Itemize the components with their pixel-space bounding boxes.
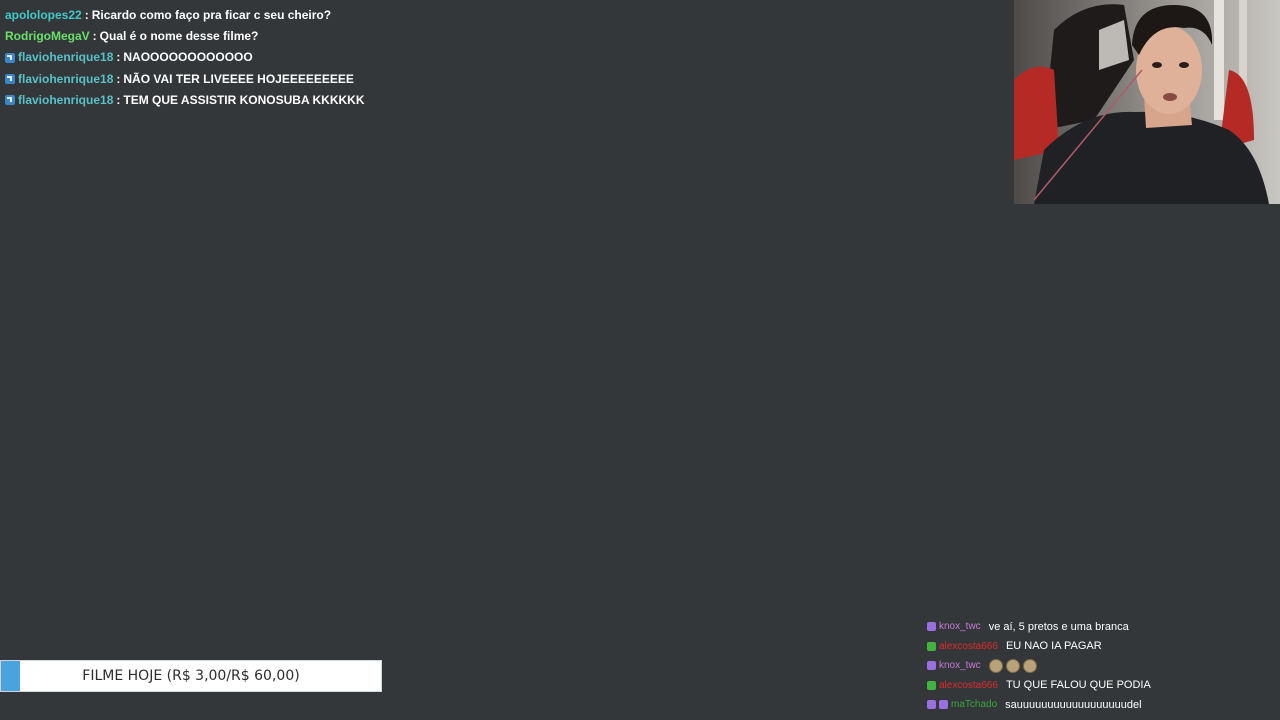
chat-text: Ricardo como faço pra ficar c seu cheiro… xyxy=(91,8,332,23)
chat-separator: : xyxy=(84,8,89,23)
chat-text: NAOOOOOOOOOOOO xyxy=(123,50,253,65)
prime-badge-icon xyxy=(5,52,15,63)
chat-username: flaviohenrique18 xyxy=(18,92,114,107)
alert-chat-username: knox_twc xyxy=(939,621,981,633)
alert-chat-overlay: knox_twc ve aí, 5 pretos e uma branca alex… xyxy=(927,617,1280,715)
emote-icon xyxy=(988,658,1003,673)
subscriber-badge-icon xyxy=(927,700,936,710)
chat-username: RodrigoMegaV xyxy=(5,29,90,44)
alert-chat-text: ve aí, 5 pretos e uma branca xyxy=(988,620,1129,633)
chat-username: apololopes22 xyxy=(5,8,82,23)
alert-chat-message: knox_twc ve aí, 5 pretos e uma branca xyxy=(927,617,1280,637)
alert-chat-username: alexcosta666 xyxy=(939,640,998,652)
goal-label: FILME HOJE (R$ 3,00/R$ 60,00) xyxy=(82,668,300,684)
alert-chat-message: maTchado sauuuuuuuuuuuuuuuuuudel xyxy=(927,695,1280,715)
chat-text: TEM QUE ASSISTIR KONOSUBA KKKKKK xyxy=(123,92,365,107)
emote-icon xyxy=(1022,658,1037,673)
chat-message: flaviohenrique18: NAOOOOOOOOOOOO xyxy=(5,47,365,68)
alert-chat-message: alexcosta666 EU NAO IA PAGAR xyxy=(927,637,1280,657)
alert-chat-text: TU QUE FALOU QUE PODIA xyxy=(1005,679,1151,692)
chat-overlay: apololopes22: Ricardo como faço pra ficar… xyxy=(5,5,365,111)
chat-text: Qual é o nome desse filme? xyxy=(99,29,259,44)
webcam-feed xyxy=(1014,0,1280,204)
subscriber-badge-icon xyxy=(927,680,936,690)
chat-separator: : xyxy=(116,92,121,107)
alert-chat-message: alexcosta666 TU QUE FALOU QUE PODIA xyxy=(927,676,1280,696)
chat-separator: : xyxy=(116,71,121,86)
alert-chat-username: knox_twc xyxy=(939,660,981,672)
chat-message: flaviohenrique18: TEM QUE ASSISTIR KONOSU… xyxy=(5,90,365,111)
emote-icon xyxy=(1005,658,1020,673)
donation-goal-bar: FILME HOJE (R$ 3,00/R$ 60,00) xyxy=(0,660,382,692)
prime-badge-icon xyxy=(5,74,15,85)
chat-username: flaviohenrique18 xyxy=(18,71,114,86)
alert-chat-username: alexcosta666 xyxy=(939,679,998,691)
chat-username: flaviohenrique18 xyxy=(18,50,114,65)
chat-separator: : xyxy=(116,50,121,65)
alert-chat-message: knox_twc xyxy=(927,656,1280,676)
chat-separator: : xyxy=(92,29,97,44)
webcam-image xyxy=(1014,0,1280,204)
subscriber-badge-icon xyxy=(927,622,936,632)
subscriber-badge-icon xyxy=(927,661,936,671)
chat-message: flaviohenrique18: NÃO VAI TER LIVEEEE HOJ… xyxy=(5,69,365,90)
chat-message: RodrigoMegaV: Qual é o nome desse filme? xyxy=(5,26,365,47)
prime-badge-icon xyxy=(5,95,15,106)
alert-chat-text: EU NAO IA PAGAR xyxy=(1005,640,1102,653)
alert-chat-username: maTchado xyxy=(951,699,998,711)
chat-text: NÃO VAI TER LIVEEEE HOJEEEEEEEEE xyxy=(123,71,354,86)
chat-message: apololopes22: Ricardo como faço pra ficar… xyxy=(5,5,365,26)
subscriber-badge-icon xyxy=(927,641,936,651)
alert-chat-text: sauuuuuuuuuuuuuuuuuudel xyxy=(1005,698,1142,711)
subscriber-badge-icon xyxy=(939,700,948,710)
